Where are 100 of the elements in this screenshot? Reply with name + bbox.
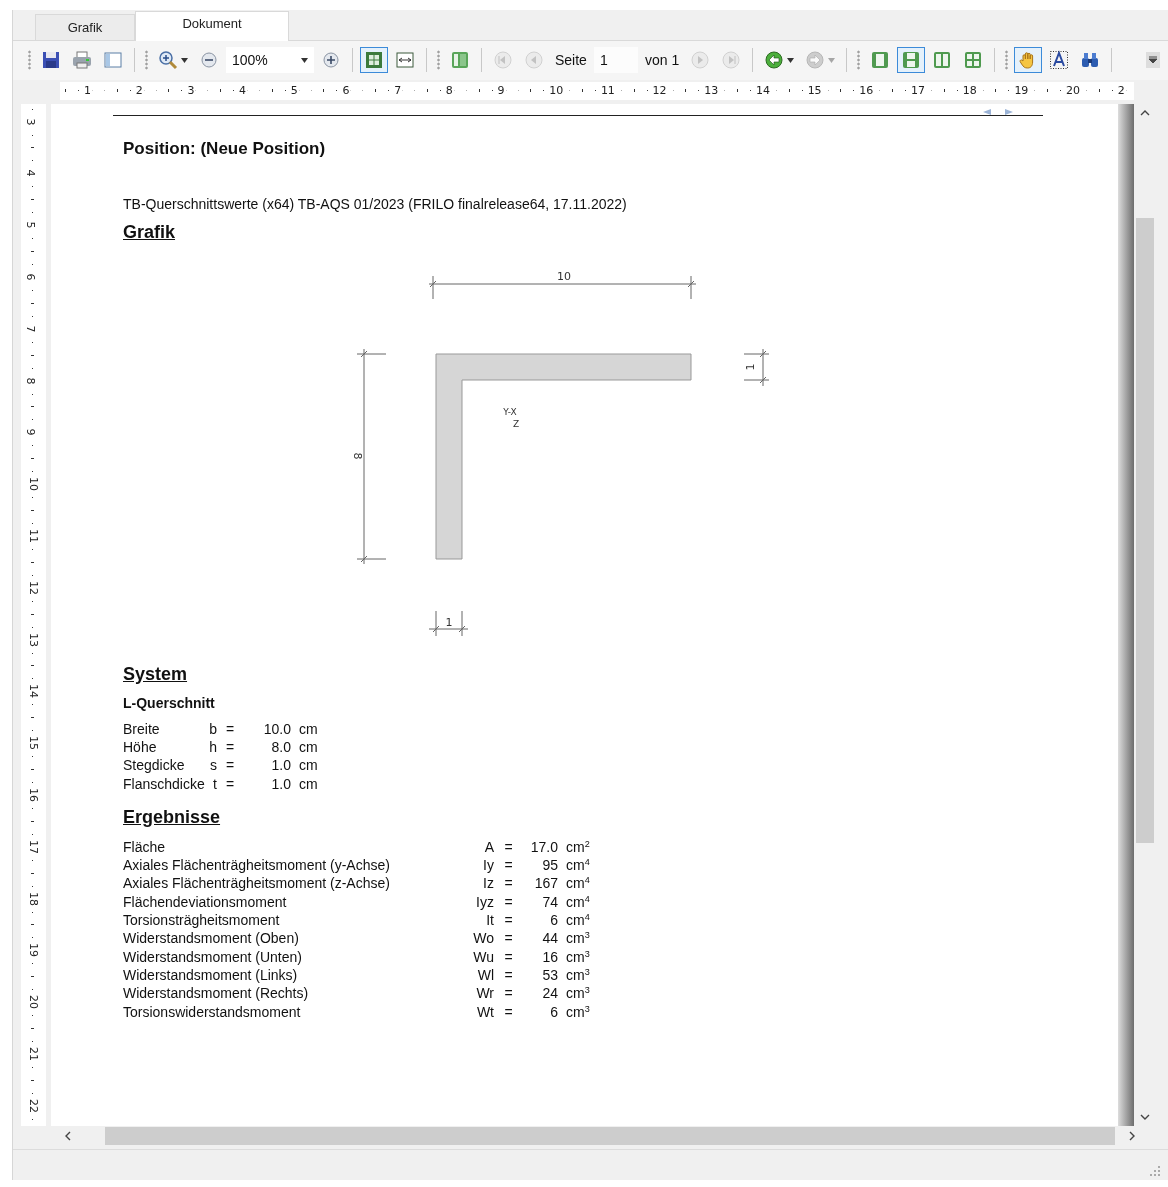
equals-sign: = xyxy=(503,929,514,948)
zoom-field[interactable]: 100% xyxy=(226,47,314,74)
parameter-label: Stegdicke xyxy=(123,756,186,775)
tab[interactable]: Grafik xyxy=(35,13,135,40)
page-arrows-icon xyxy=(983,108,1013,115)
toolbar-label: Seite xyxy=(554,52,588,69)
equals-sign: = xyxy=(224,774,236,793)
ruler-number: 5 xyxy=(289,83,299,97)
ruler-number: 19 xyxy=(1013,83,1030,97)
result-label: Fläche xyxy=(123,837,167,857)
ruler-number: 16 xyxy=(858,83,875,97)
previous-page-icon xyxy=(524,50,544,71)
ruler-number: 15 xyxy=(806,83,823,97)
value-text: 24 xyxy=(541,984,558,1003)
unit-text: cm xyxy=(298,756,318,775)
ruler-number: 10 xyxy=(548,83,565,97)
value-text: 6 xyxy=(549,911,558,930)
ruler-number: 3 xyxy=(186,83,196,97)
symbol-text: t xyxy=(212,774,217,793)
caret-icon xyxy=(301,57,308,63)
value-text: 8.0 xyxy=(270,738,291,757)
ruler-number: 17 xyxy=(910,83,926,97)
ruler-number: 18 xyxy=(961,83,978,97)
next-page-icon xyxy=(690,50,711,71)
axis-label: Z xyxy=(512,418,520,429)
tab[interactable]: Dokument xyxy=(135,10,289,41)
unit-text: cm$^{2}$ xyxy=(565,837,590,857)
unit-text: cm$^{3}$ xyxy=(565,929,590,948)
position-heading: Position: (Neue Position) xyxy=(123,138,327,159)
section-heading: System xyxy=(123,663,188,685)
unit-text: cm$^{3}$ xyxy=(565,1002,590,1021)
result-label: Widerstandsmoment (Oben) xyxy=(123,929,300,948)
page-field[interactable]: 1 xyxy=(593,47,638,74)
equals-sign: = xyxy=(224,719,236,738)
equals-sign: = xyxy=(503,911,514,930)
zoom-icon xyxy=(158,50,178,71)
overflow-icon xyxy=(1149,56,1157,65)
value-text: 95 xyxy=(541,856,558,875)
dimension-label: 8 xyxy=(351,452,364,460)
parameter-label: Breite xyxy=(123,719,161,738)
dimension-label: 1 xyxy=(744,363,757,371)
result-label: Torsionswiderstandsmoment xyxy=(123,1002,302,1021)
ruler-number: 19 xyxy=(27,943,39,958)
last-page-icon xyxy=(721,50,742,71)
symbol-text: s xyxy=(209,756,217,775)
subsection-heading: L-Querschnitt xyxy=(123,694,216,711)
ruler-number: 12 xyxy=(651,83,668,97)
equals-sign: = xyxy=(503,837,514,857)
unit-text: cm$^{4}$ xyxy=(565,892,590,912)
symbol-text: It xyxy=(485,911,494,930)
dimension-line xyxy=(428,610,469,637)
unit-text: cm$^{3}$ xyxy=(565,947,590,966)
result-label: Flächendeviationsmoment xyxy=(123,892,288,912)
toolbar-overflow-button[interactable] xyxy=(1146,52,1160,69)
single-page-icon xyxy=(870,50,891,71)
fit-page-button[interactable] xyxy=(360,47,388,74)
ruler-number: 2 xyxy=(1116,83,1126,97)
ruler-number: 2 xyxy=(134,83,144,97)
scrollbar-thumb[interactable] xyxy=(1136,217,1154,843)
ruler-number: 13 xyxy=(27,632,39,647)
symbol-text: Wr xyxy=(475,984,494,1003)
ruler-number: 16 xyxy=(27,788,39,803)
ruler-number: 9 xyxy=(496,83,506,97)
ruler-number: 13 xyxy=(703,83,720,97)
first-page-icon xyxy=(493,50,513,71)
caret-icon xyxy=(828,57,836,63)
equals-sign: = xyxy=(503,965,514,985)
ruler-number: 10 xyxy=(27,477,39,492)
ruler-number: 22 xyxy=(27,1098,39,1113)
symbol-text: Wu xyxy=(472,947,494,966)
unit-text: cm xyxy=(298,719,318,738)
equals-sign: = xyxy=(503,856,514,875)
resize-grip-icon[interactable] xyxy=(1150,1166,1160,1176)
section-heading: Ergebnisse xyxy=(123,806,221,828)
value-text: 16 xyxy=(541,947,558,966)
continuous-button[interactable] xyxy=(897,47,926,74)
ruler-number: 8 xyxy=(444,83,454,97)
chevron-left-icon xyxy=(63,1130,73,1141)
result-label: Widerstandsmoment (Rechts) xyxy=(123,984,310,1003)
value-text: 1.0 xyxy=(270,756,291,775)
symbol-text: Wt xyxy=(475,1002,494,1021)
unit-text: cm$^{4}$ xyxy=(565,911,590,930)
symbol-text: Wo xyxy=(472,929,494,948)
fit-page-icon xyxy=(364,50,384,71)
save-icon xyxy=(41,50,61,71)
equals-sign: = xyxy=(503,874,514,893)
equals-sign: = xyxy=(224,738,236,757)
two-pages-icon xyxy=(932,50,953,71)
thumbnails-icon xyxy=(450,50,470,71)
value-text: 53 xyxy=(541,965,558,985)
ruler-number: 17 xyxy=(27,839,39,854)
unit-text: cm$^{3}$ xyxy=(565,965,590,985)
dimension-line xyxy=(743,348,770,387)
section-heading: Grafik xyxy=(123,221,176,243)
four-pages-icon xyxy=(963,50,984,71)
value-text: 1.0 xyxy=(270,774,291,793)
value-text: 74 xyxy=(541,892,558,912)
plus-icon xyxy=(321,50,341,71)
fit-width-icon xyxy=(395,50,415,71)
hand-tool-button[interactable] xyxy=(1014,47,1043,74)
